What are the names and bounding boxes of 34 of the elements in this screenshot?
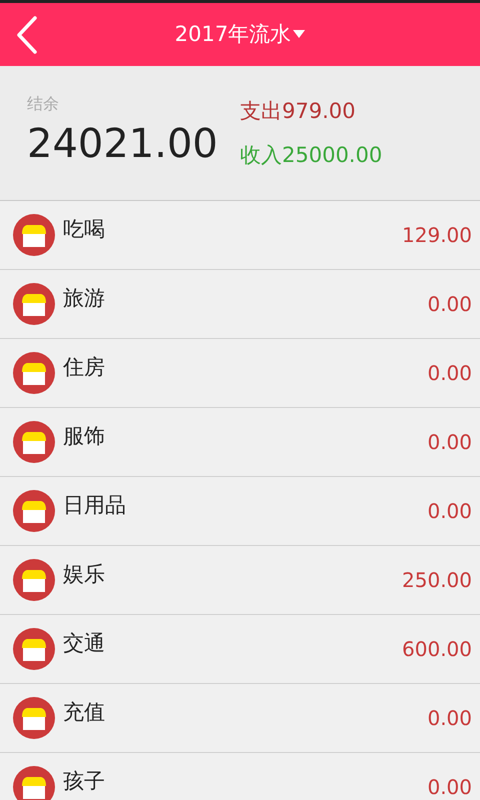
category-amount: 250.00 (402, 567, 472, 594)
balance-label: 结余 (27, 93, 60, 115)
back-icon (16, 16, 38, 54)
category-amount: 0.00 (427, 774, 472, 800)
category-name: 充值 (63, 699, 105, 726)
store-icon (13, 697, 55, 739)
caret-icon (293, 30, 306, 39)
category-name: 吃喝 (63, 216, 105, 243)
category-amount: 0.00 (427, 498, 472, 525)
category-name: 交通 (63, 630, 105, 657)
category-name: 住房 (63, 354, 105, 381)
category-name: 日用品 (63, 492, 126, 519)
category-amount: 0.00 (427, 360, 472, 387)
balance-amount: 24021.00 (27, 120, 219, 168)
store-icon (13, 352, 55, 394)
category-amount: 129.00 (402, 222, 472, 249)
category-name: 娱乐 (63, 561, 105, 588)
store-icon (13, 421, 55, 463)
category-name: 服饰 (63, 423, 105, 450)
category-name: 旅游 (63, 285, 105, 312)
category-amount: 0.00 (427, 705, 472, 732)
store-icon (13, 628, 55, 670)
category-amount: 0.00 (427, 429, 472, 456)
expense-total: 支出979.00 (240, 98, 356, 125)
store-icon (13, 559, 55, 601)
title-dropdown[interactable]: 2017年流水 (174, 18, 306, 50)
category-amount: 600.00 (402, 636, 472, 663)
category-name: 孩子 (63, 768, 105, 795)
income-total: 收入25000.00 (240, 142, 382, 168)
category-amount: 0.00 (427, 291, 472, 318)
store-icon (13, 766, 55, 800)
store-icon (13, 283, 55, 325)
store-icon (13, 214, 55, 256)
store-icon (13, 490, 55, 532)
